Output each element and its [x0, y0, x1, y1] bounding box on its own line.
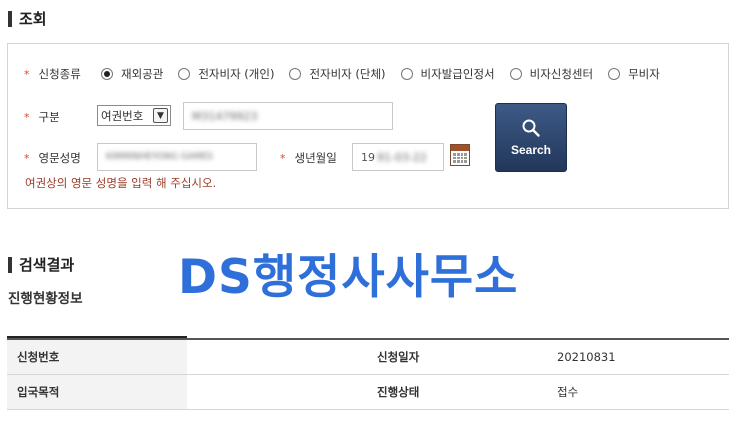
radio-label: 비자신청센터 [529, 67, 594, 81]
radio-button[interactable] [608, 68, 621, 80]
required-mark: * [24, 151, 30, 165]
birth-date-input[interactable]: 19 91-03-22 [352, 143, 444, 171]
radio-label: 재외공관 [121, 67, 164, 81]
required-mark: * [24, 110, 30, 124]
table-cell [187, 340, 367, 374]
results-heading: 검색결과 [8, 254, 74, 275]
radio-option-4[interactable]: 비자신청센터 [509, 66, 594, 82]
search-icon [522, 119, 540, 137]
radio-button[interactable] [289, 68, 302, 80]
inquiry-heading: 조회 [8, 8, 47, 29]
chevron-down-icon[interactable]: ▼ [153, 108, 168, 123]
table-cell: 접수 [547, 375, 729, 409]
category-select-value: 여권번호 [101, 108, 144, 123]
radio-label: 비자발급인정서 [420, 67, 495, 81]
type-label-text: 신청종류 [38, 67, 81, 81]
calendar-icon[interactable] [450, 144, 470, 166]
heading-bar [8, 10, 12, 27]
category-label: * 구분 [24, 109, 60, 125]
name-label-text: 영문성명 [38, 151, 81, 165]
application-type-radio-group: 재외공관 전자비자 (개인) 전자비자 (단체) 비자발급인정서 비자신청센터 … [101, 66, 660, 82]
radio-button[interactable] [400, 68, 413, 80]
english-name-input[interactable]: KIMMINHEYONG GAMES [97, 143, 257, 171]
progress-table: 신청번호 신청일자 20210831 입국목적 진행상태 접수 [7, 338, 729, 410]
results-heading-text: 검색결과 [19, 256, 75, 274]
search-button-label: Search [510, 143, 552, 157]
birth-label: * 생년월일 [280, 150, 337, 166]
table-header-cell: 입국목적 [7, 375, 187, 409]
radio-option-3[interactable]: 비자발급인정서 [400, 66, 495, 82]
search-button[interactable]: Search [495, 103, 567, 172]
table-cell [187, 375, 367, 409]
radio-button[interactable] [178, 68, 191, 80]
passport-number-value: M31479923 [192, 109, 258, 123]
required-mark: * [24, 67, 30, 81]
birth-label-text: 생년월일 [294, 151, 337, 165]
table-row: 신청번호 신청일자 20210831 [7, 340, 729, 375]
english-name-value: KIMMINHEYONG GAMES [106, 152, 213, 162]
radio-button-checked[interactable] [101, 68, 113, 80]
birth-date-blurred: 91-03-22 [377, 150, 427, 164]
table-header-cell: 진행상태 [367, 375, 547, 409]
radio-button[interactable] [509, 68, 522, 80]
radio-label: 무비자 [628, 67, 660, 81]
required-mark: * [280, 151, 286, 165]
name-label: * 영문성명 [24, 150, 81, 166]
category-label-text: 구분 [38, 110, 60, 124]
category-select[interactable]: 여권번호 ▼ [97, 105, 171, 126]
radio-option-5[interactable]: 무비자 [608, 66, 660, 82]
table-header-cell: 신청일자 [367, 340, 547, 374]
type-label: * 신청종류 [24, 66, 81, 82]
watermark-text: DS행정사사무소 [178, 250, 519, 305]
birth-date-visible: 19 [361, 150, 375, 164]
radio-option-0[interactable]: 재외공관 [101, 66, 163, 82]
heading-bar [8, 256, 12, 273]
inquiry-heading-text: 조회 [19, 10, 47, 28]
table-header-cell: 신청번호 [7, 340, 187, 374]
radio-option-1[interactable]: 전자비자 (개인) [178, 66, 274, 82]
passport-number-input[interactable]: M31479923 [183, 102, 393, 130]
radio-label: 전자비자 (단체) [309, 67, 386, 81]
table-cell: 20210831 [547, 340, 729, 374]
radio-option-2[interactable]: 전자비자 (단체) [289, 66, 386, 82]
name-input-hint: 여권상의 영문 성명을 입력 해 주십시오. [25, 176, 217, 190]
radio-label: 전자비자 (개인) [198, 67, 275, 81]
progress-info-title: 진행현황정보 [8, 291, 83, 307]
table-row: 입국목적 진행상태 접수 [7, 375, 729, 410]
